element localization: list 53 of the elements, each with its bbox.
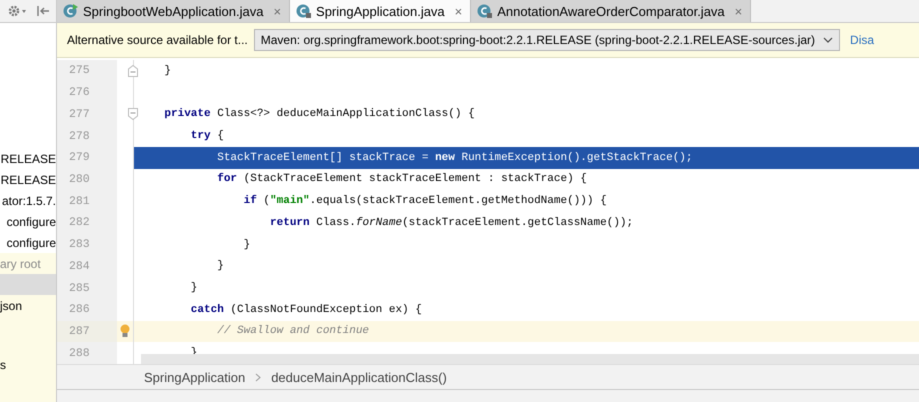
fold-icon[interactable] [128,108,138,120]
horizontal-scrollbar[interactable] [141,354,919,364]
line-number: 287 [57,320,117,342]
tree-item[interactable]: .RELEASE [0,172,56,186]
line-number: 282 [57,212,117,234]
code-line: StackTraceElement[] stackTrace = new RuntimeException().getStackTrace(); [216,152,693,164]
class-icon [477,3,494,19]
code-line: } [242,238,250,251]
line-number: 280 [57,168,117,190]
code-line: try { [190,130,224,142]
line-number: 279 [57,146,117,169]
banner-message: Alternative source available for t... [67,33,248,47]
fold-icon[interactable] [128,64,138,77]
line-number: 286 [57,298,117,321]
chevron-right-icon [255,372,262,382]
lightbulb-icon[interactable] [120,324,130,338]
line-number: 276 [57,82,117,104]
tree-item[interactable]: .RELEASE [0,152,56,166]
tree-item[interactable]: configure [6,236,56,250]
close-icon[interactable]: × [273,4,282,18]
line-number: 281 [57,190,117,212]
chevron-icon [823,37,834,43]
code-line: } [216,260,224,272]
code-line: private Class<?> deduceMainApplicationClass() { [163,108,475,120]
settings-icon[interactable] [8,5,28,17]
breadcrumb[interactable]: SpringApplication [144,370,246,384]
line-number: 288 [57,342,117,364]
class-icon [63,3,79,19]
editor-tab[interactable]: SpringApplication.java × [290,0,472,22]
breadcrumb[interactable]: deduceMainApplicationClass() [271,370,447,384]
line-number: 283 [57,234,117,256]
line-number: 277 [57,103,117,126]
source-dropdown[interactable]: Maven: org.springframework.boot:spring-boot:2.2.1.RELEASE (spring-boot-2.2.1.RELEASE-sources.jar) [254,29,840,51]
line-number: 278 [57,125,117,147]
tree-item[interactable]: s [0,358,6,372]
code-line: if ("main".equals(stackTraceElement.getMethodName())) { [242,195,607,208]
line-number: 275 [57,60,117,82]
disable-link[interactable]: Disa [850,33,874,47]
editor-tab[interactable]: AnnotationAwareOrderComparator.java × [471,0,752,22]
code-line: } [190,282,198,294]
class-icon [296,3,312,19]
code-line: for (StackTraceElement stackTraceElement : stackTrace) { [216,173,587,186]
editor-tab[interactable]: SpringbootWebApplication.java × [57,0,290,22]
code-line: } [163,64,172,77]
code-line: catch (ClassNotFoundException ex) { [190,304,422,316]
close-icon[interactable]: × [454,4,462,18]
tree-item[interactable]: configure [6,214,56,228]
line-number: 285 [57,277,117,299]
line-number: 284 [57,255,117,278]
tree-item[interactable]: ator:1.5.7. [2,194,56,208]
collapse-icon[interactable] [36,5,50,17]
code-line: // Swallow and continue [216,325,370,338]
code-line: return Class.forName(stackTraceElement.getClassName()); [269,216,634,229]
